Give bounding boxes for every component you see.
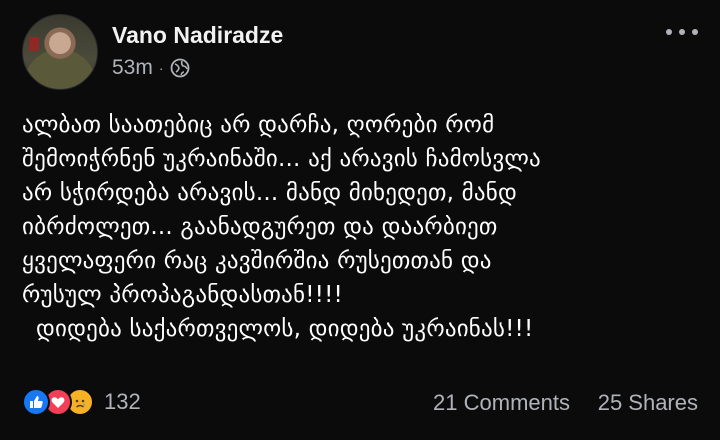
- shares-count[interactable]: 25 Shares: [598, 390, 698, 416]
- more-dot: [692, 29, 698, 35]
- post-text: ალბათ საათებიც არ დარჩა, ღორები რომ შემო…: [22, 108, 702, 346]
- post-text-line: ყველაფერი რაც კავშირშია რუსეთთან და: [22, 248, 492, 274]
- post-meta: 53m ·: [112, 56, 190, 80]
- more-options-icon[interactable]: [666, 24, 698, 40]
- comments-count[interactable]: 21 Comments: [433, 390, 570, 416]
- post-footer: 132 21 Comments 25 Shares: [22, 386, 698, 422]
- avatar[interactable]: [22, 14, 98, 90]
- post-text-line: არ სჭირდება არავის... მანდ მიხედეთ, მანდ: [22, 180, 517, 206]
- author-name[interactable]: Vano Nadiradze: [112, 22, 283, 49]
- globe-icon: [170, 58, 189, 78]
- post-text-line: იბრძოლეთ... გაანადგურეთ და დაარბიეთ: [22, 214, 498, 240]
- post-text-line: შემოიჭრნენ უკრაინაში... აქ არავის ჩამოსვ…: [22, 146, 541, 172]
- reactions-summary[interactable]: 132: [22, 388, 141, 416]
- more-dot: [666, 29, 672, 35]
- post-text-line: დიდება საქართველოს, დიდება უკრაინას!!!: [36, 316, 534, 342]
- post-header: Vano Nadiradze 53m ·: [22, 14, 698, 92]
- like-icon: [22, 388, 50, 416]
- more-dot: [679, 29, 685, 35]
- flag-patch: [29, 37, 39, 51]
- reaction-count: 132: [104, 389, 141, 414]
- meta-separator: ·: [158, 60, 164, 76]
- post-text-line: რუსულ პროპაგანდასთან!!!!: [22, 282, 343, 308]
- post-text-line: ალბათ საათებიც არ დარჩა, ღორები რომ: [22, 112, 495, 138]
- facebook-post: Vano Nadiradze 53m · ალბათ საათებიც არ დ…: [0, 0, 720, 440]
- post-time[interactable]: 53m: [112, 56, 153, 80]
